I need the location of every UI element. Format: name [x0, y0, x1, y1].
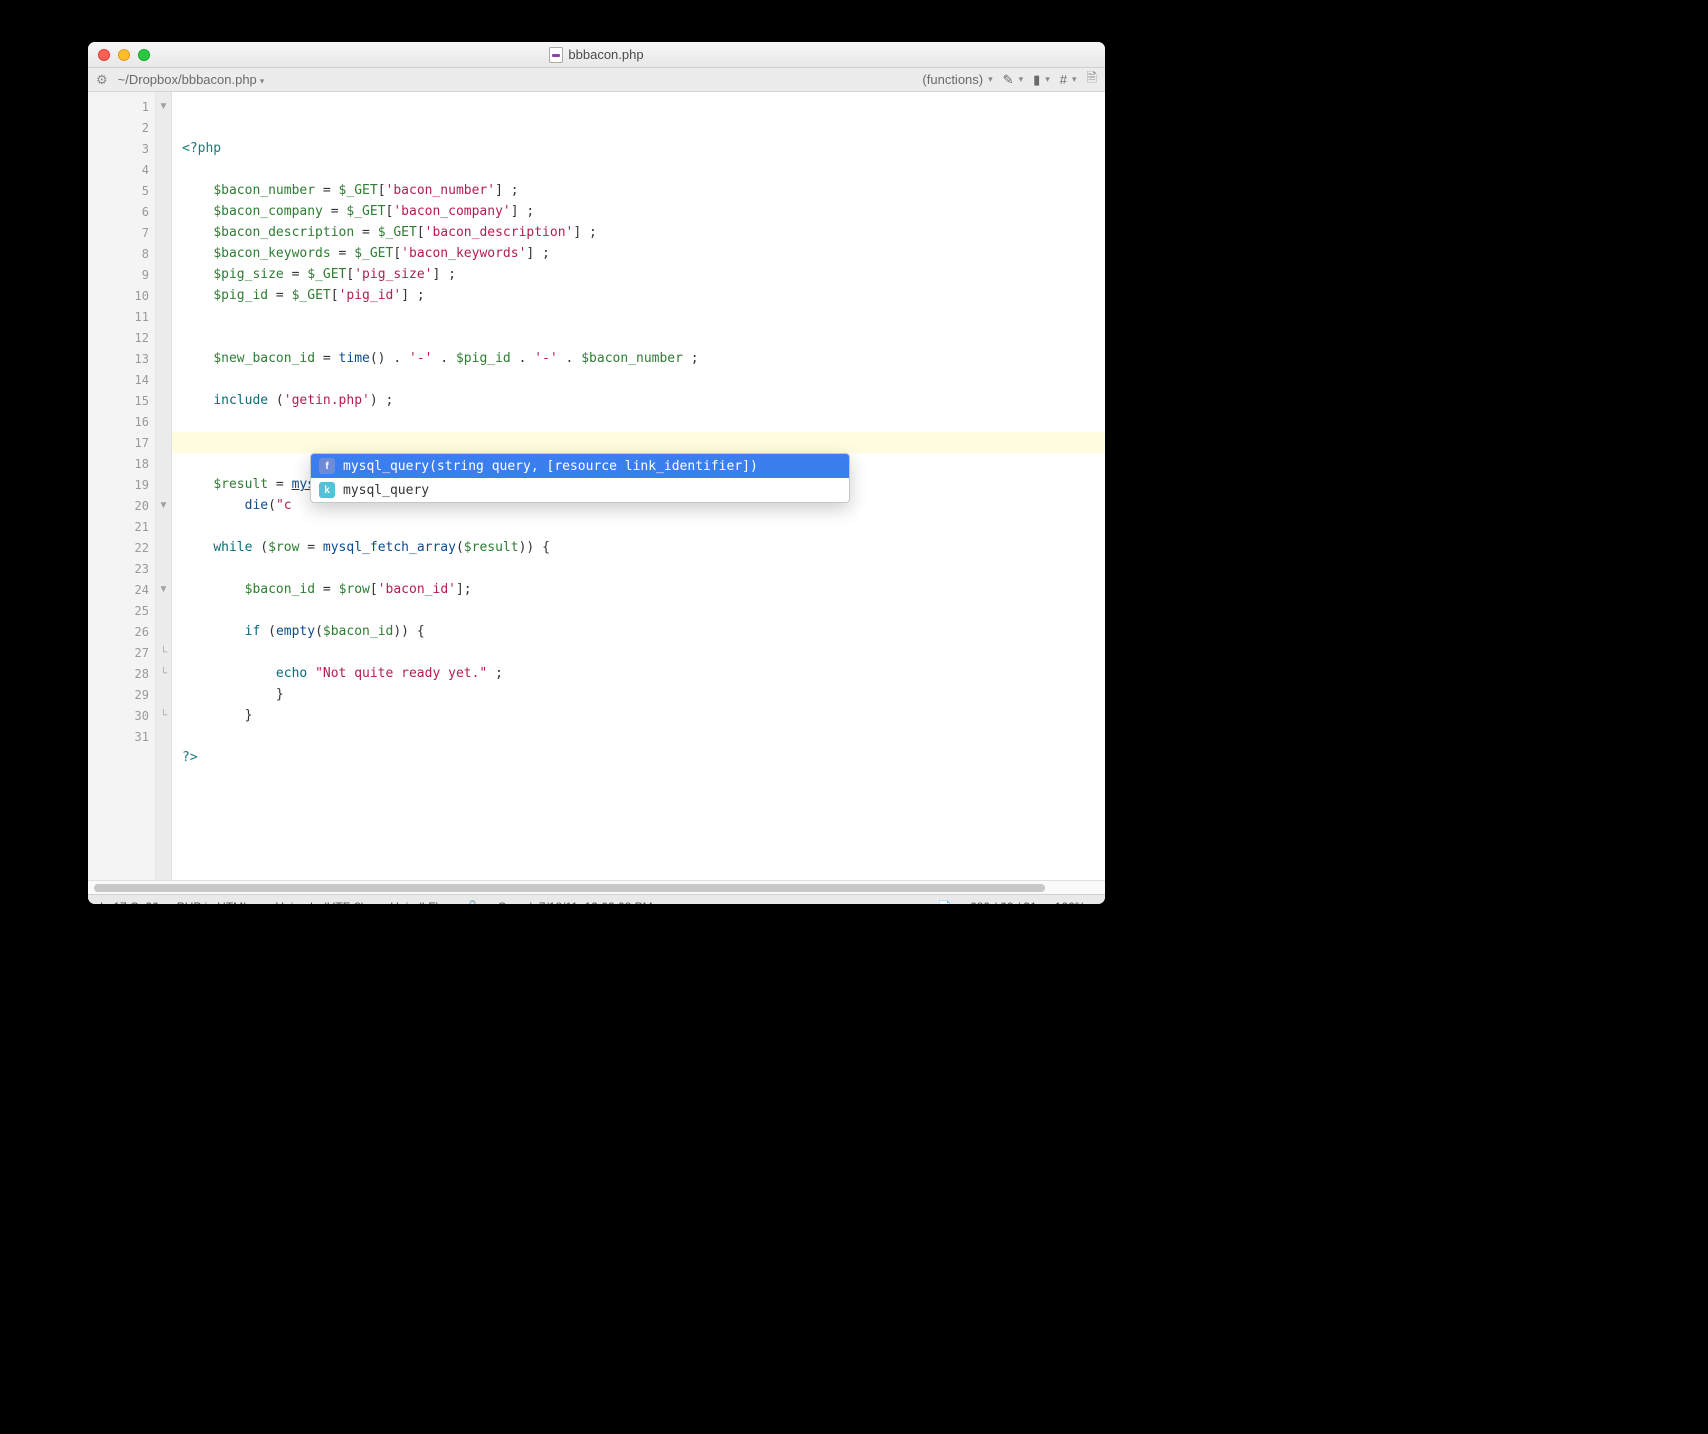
titlebar[interactable]: bbbacon.php: [88, 42, 1105, 68]
desktop: bbbacon.php ⚙ ~/Dropbox/bbbacon.php (fun…: [0, 0, 1708, 1434]
autocomplete-item[interactable]: k mysql_query: [311, 478, 849, 502]
close-button[interactable]: [98, 49, 110, 61]
window-title: bbbacon.php: [568, 47, 643, 62]
autocomplete-badge-icon: k: [319, 482, 335, 498]
code-editor[interactable]: <?php $bacon_number = $_GET['bacon_numbe…: [172, 92, 1105, 880]
editor-area: 1234567891011121314151617181920212223242…: [88, 92, 1105, 880]
path-dropdown[interactable]: ~/Dropbox/bbbacon.php: [118, 72, 265, 87]
doc-stats: 680 / 60 / 31: [970, 900, 1037, 905]
autocomplete-popup[interactable]: f mysql_query(string query, [resource lin…: [310, 453, 850, 503]
saved-label: Saved: 7/18/11, 12:02:08 PM: [498, 900, 653, 905]
line-ending-dropdown[interactable]: Unix (LF): [390, 900, 447, 905]
window-controls: [98, 49, 150, 61]
sections-icon[interactable]: ▮: [1033, 72, 1050, 88]
autocomplete-label: mysql_query(string query, [resource link…: [343, 456, 758, 477]
toolbar: ⚙ ~/Dropbox/bbbacon.php (functions) ✎ ▮ …: [88, 68, 1105, 92]
autocomplete-badge-icon: f: [319, 458, 335, 474]
hash-icon[interactable]: #: [1060, 72, 1077, 87]
language-dropdown[interactable]: PHP in HTML: [177, 900, 258, 905]
functions-dropdown[interactable]: (functions): [922, 72, 992, 87]
autocomplete-item[interactable]: f mysql_query(string query, [resource lin…: [311, 454, 849, 478]
file-icon: [549, 47, 563, 63]
editor-window: bbbacon.php ⚙ ~/Dropbox/bbbacon.php (fun…: [88, 42, 1105, 904]
doc-stats-icon: 📄: [937, 900, 952, 905]
gear-icon[interactable]: ⚙: [96, 72, 108, 88]
bookmark-icon[interactable]: ✎: [1003, 72, 1023, 88]
scrollbar-thumb[interactable]: [94, 884, 1045, 892]
title-center: bbbacon.php: [88, 47, 1105, 63]
autocomplete-label: mysql_query: [343, 480, 429, 501]
lock-icon[interactable]: 🔓: [465, 900, 480, 905]
fold-margin[interactable]: ▼▼▼└└└: [156, 92, 172, 880]
line-number-gutter[interactable]: 1234567891011121314151617181920212223242…: [88, 92, 156, 880]
document-icon[interactable]: 🗎: [1087, 69, 1097, 91]
cursor-position: L: 17 C: 26: [100, 900, 159, 905]
current-line-highlight: [172, 432, 1105, 453]
statusbar: L: 17 C: 26 PHP in HTML Unicode (UTF-8) …: [88, 894, 1105, 904]
zoom-button[interactable]: [138, 49, 150, 61]
minimize-button[interactable]: [118, 49, 130, 61]
zoom-dropdown[interactable]: 100%: [1055, 900, 1093, 905]
encoding-dropdown[interactable]: Unicode (UTF-8): [275, 900, 372, 905]
horizontal-scrollbar[interactable]: [88, 880, 1105, 894]
